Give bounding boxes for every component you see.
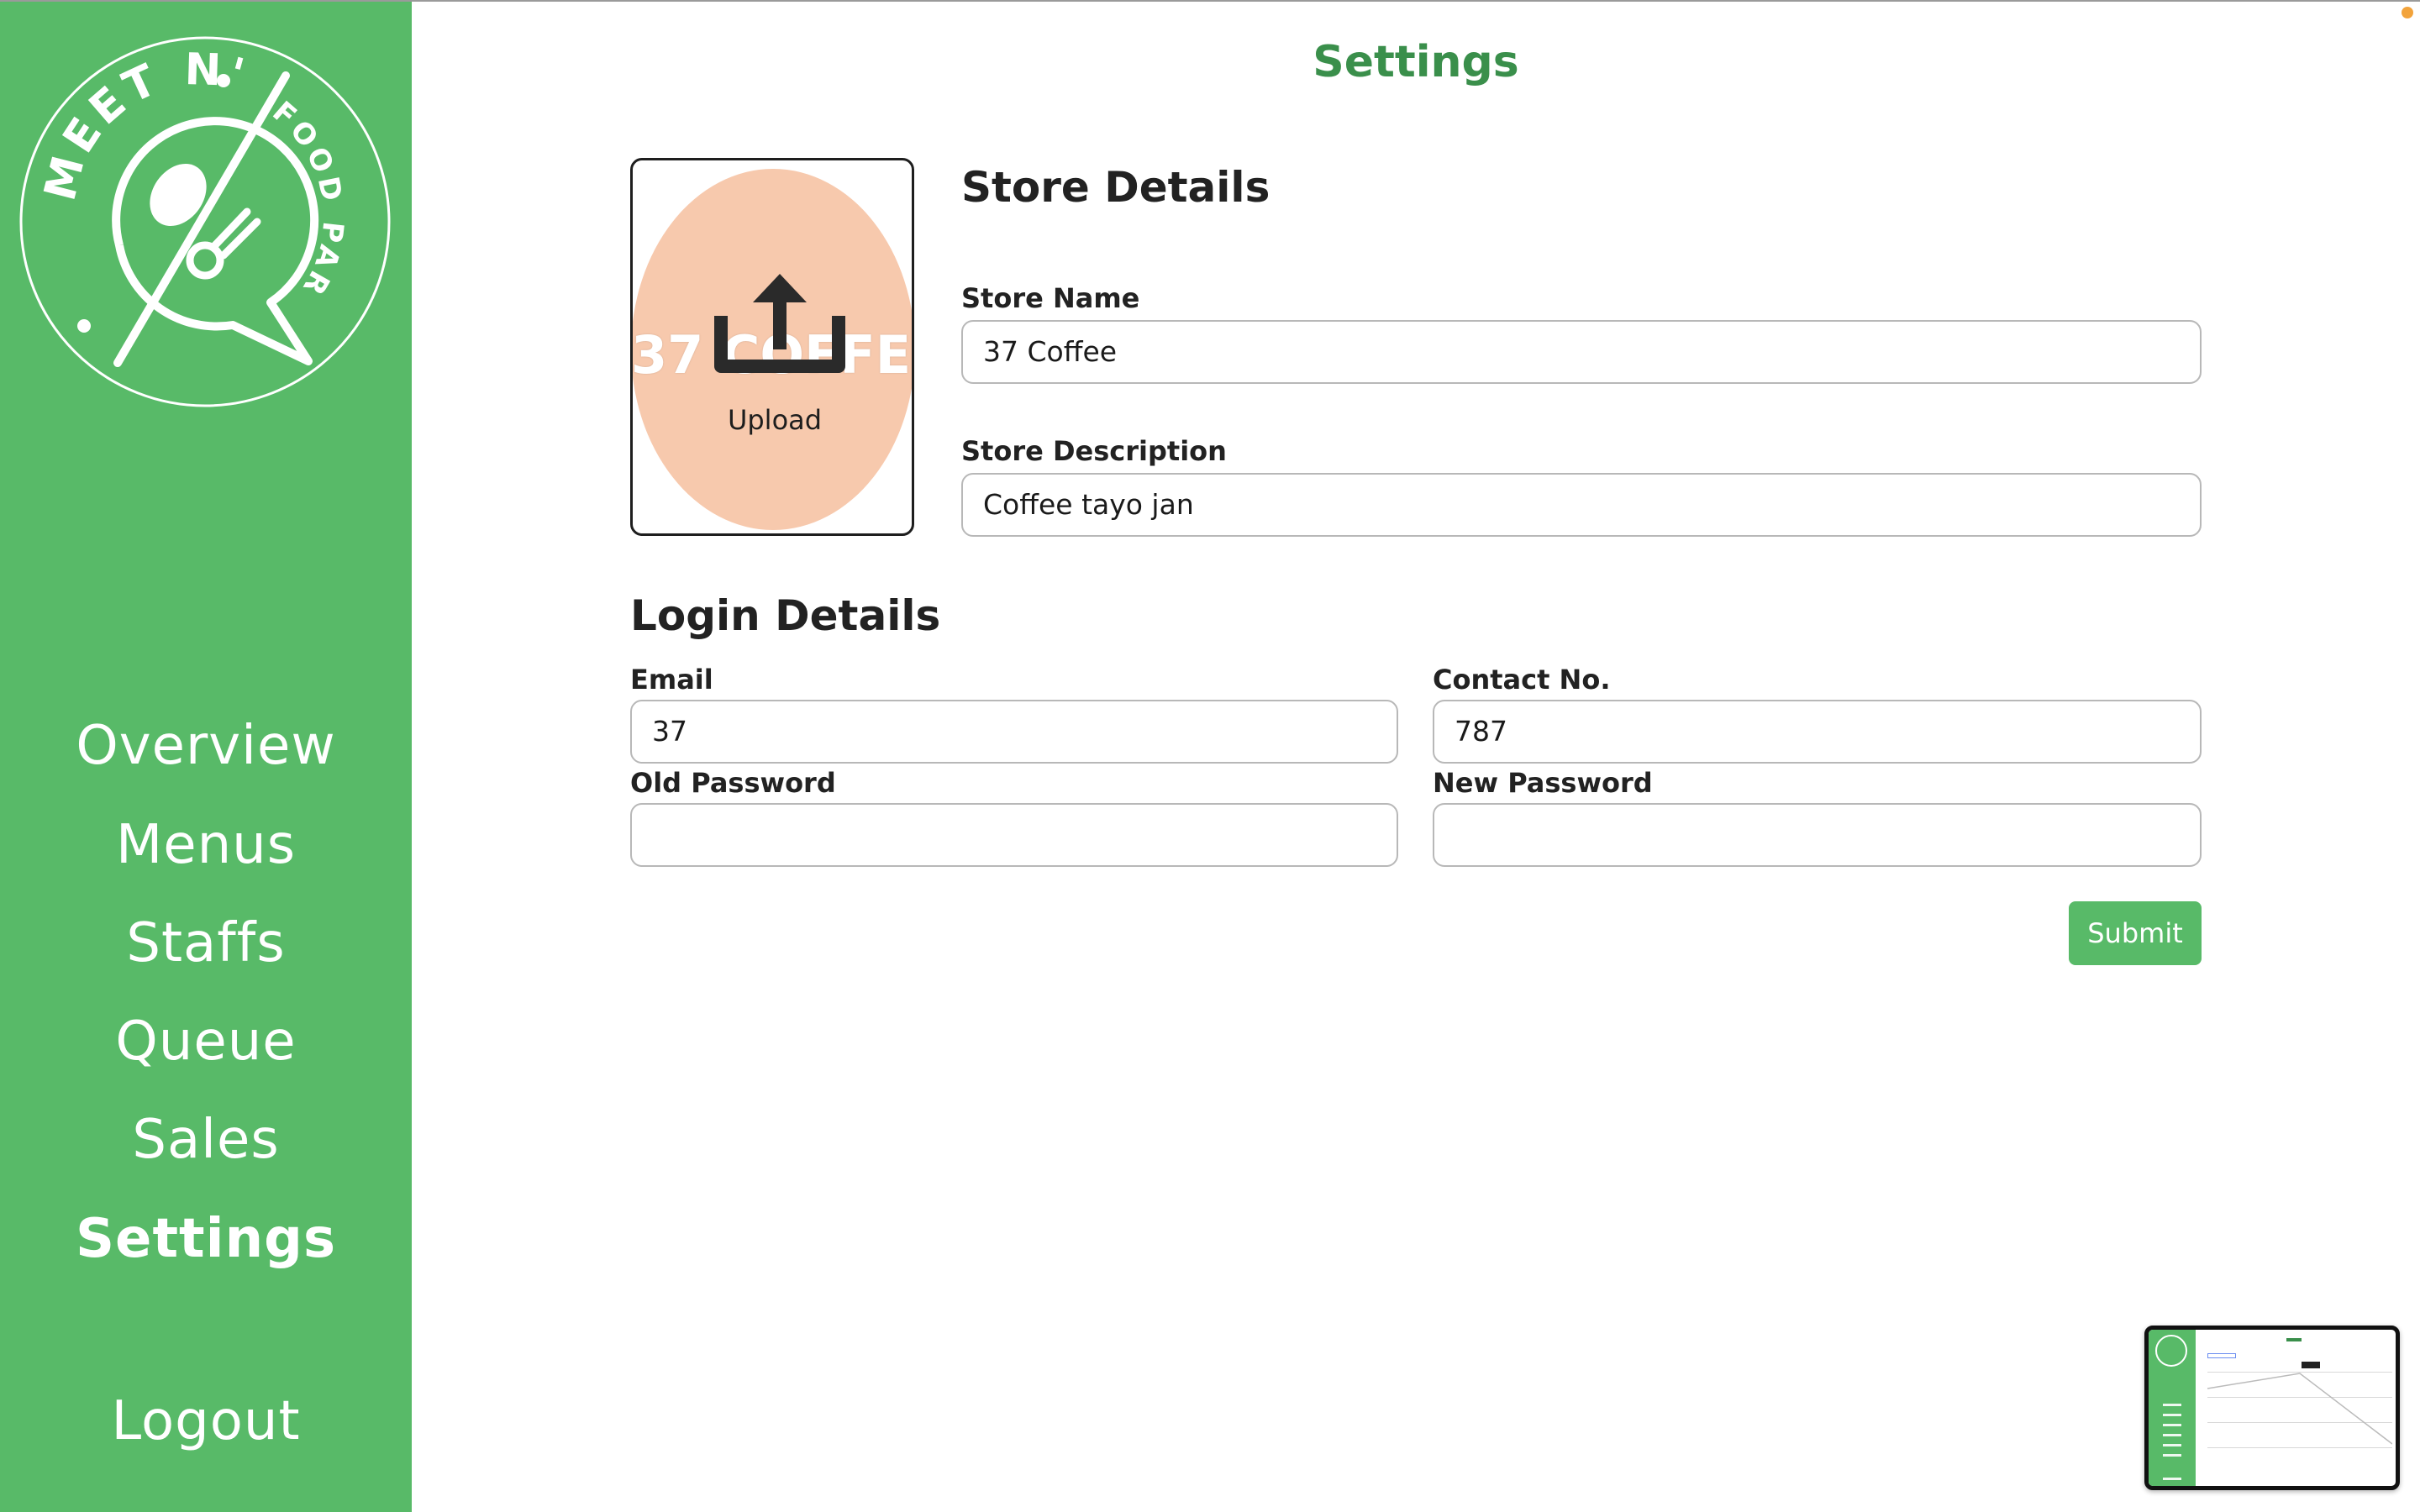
store-details-title: Store Details	[961, 163, 1270, 212]
store-name-input[interactable]: 37 Coffee	[961, 320, 2202, 384]
meet-n-eat-logo-icon: MEET N' EAT FOOD PARK	[18, 35, 391, 407]
email-label: Email	[630, 664, 713, 696]
sidebar-item-overview[interactable]: Overview	[0, 712, 412, 780]
thumbnail-nav-line	[2149, 1414, 2196, 1416]
sidebar-item-queue[interactable]: Queue	[0, 1008, 412, 1075]
thumbnail-nav-line	[2149, 1454, 2196, 1457]
thumbnail-title	[2286, 1338, 2302, 1341]
thumbnail-logo-icon	[2155, 1335, 2187, 1367]
store-image-upload[interactable]: 37 COFFEE. Upload	[630, 158, 914, 536]
contact-label: Contact No.	[1433, 664, 1611, 696]
old-password-label: Old Password	[630, 767, 836, 799]
sidebar: MEET N' EAT FOOD PARK Overview Menus Sta…	[0, 0, 412, 1512]
upload-label: Upload	[727, 404, 823, 436]
new-password-field[interactable]	[1433, 803, 2202, 867]
store-description-label: Store Description	[961, 435, 1227, 467]
window-top-border	[0, 0, 2420, 2]
sidebar-item-menus[interactable]: Menus	[0, 811, 412, 879]
upload-icon	[714, 274, 845, 373]
email-field[interactable]: 37	[630, 700, 1398, 764]
store-description-input[interactable]: Coffee tayo jan	[961, 473, 2202, 537]
thumbnail-select	[2207, 1353, 2236, 1358]
store-name-label: Store Name	[961, 282, 1140, 314]
thumbnail-nav-line	[2149, 1404, 2196, 1406]
thumbnail-chart-line	[2207, 1373, 2392, 1445]
sidebar-item-settings[interactable]: Settings	[0, 1205, 412, 1273]
login-details-title: Login Details	[630, 591, 941, 640]
thumbnail-tooltip	[2302, 1362, 2320, 1368]
old-password-field[interactable]	[630, 803, 1398, 867]
contact-field[interactable]: 787	[1433, 700, 2202, 764]
thumbnail-sidebar	[2149, 1330, 2196, 1486]
thumbnail-nav-line	[2149, 1444, 2196, 1446]
thumbnail-nav-line	[2149, 1478, 2196, 1480]
status-dot	[2402, 7, 2413, 18]
thumbnail-nav-line	[2149, 1434, 2196, 1436]
logout-button[interactable]: Logout	[0, 1388, 412, 1455]
submit-button[interactable]: Submit	[2069, 901, 2202, 965]
thumbnail-nav-line	[2149, 1424, 2196, 1426]
page-title: Settings	[1313, 37, 1519, 87]
sidebar-item-staffs[interactable]: Staffs	[0, 910, 412, 977]
sidebar-item-sales[interactable]: Sales	[0, 1106, 412, 1173]
new-password-label: New Password	[1433, 767, 1653, 799]
screenshot-thumbnail[interactable]	[2144, 1326, 2400, 1490]
